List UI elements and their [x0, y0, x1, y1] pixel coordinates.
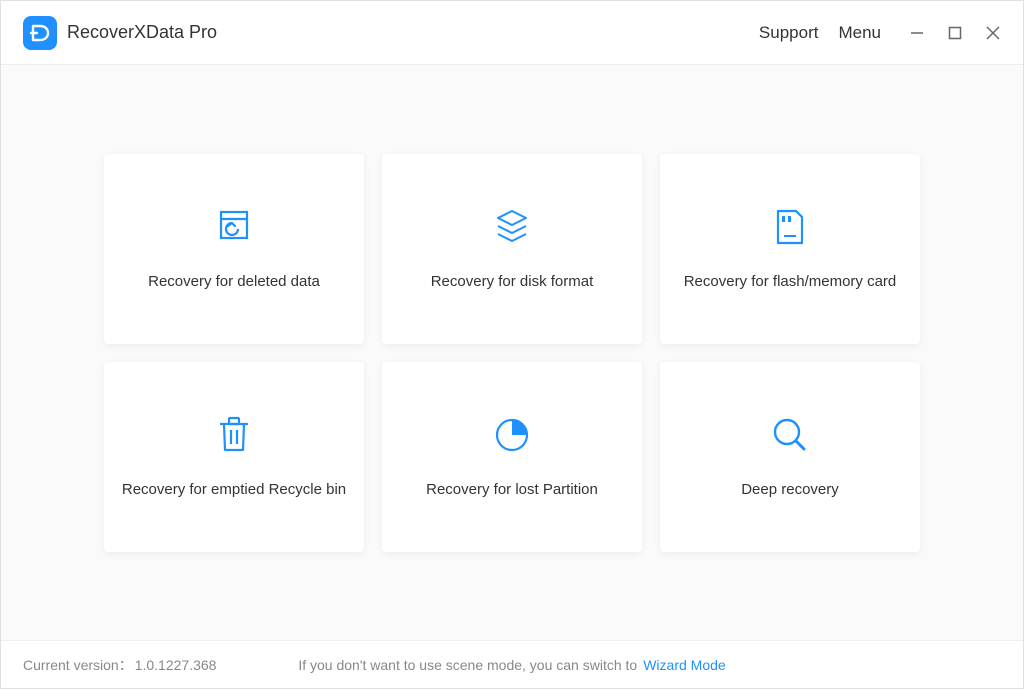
card-label: Recovery for lost Partition: [426, 481, 598, 498]
maximize-icon: [948, 26, 962, 40]
card-lost-partition[interactable]: Recovery for lost Partition: [382, 362, 642, 552]
footer: Current version： 1.0.1227.368 If you don…: [1, 640, 1023, 688]
layers-icon: [492, 207, 532, 247]
titlebar-left: RecoverXData Pro: [23, 16, 217, 50]
titlebar: RecoverXData Pro Support Menu: [1, 1, 1023, 65]
restore-file-icon: [214, 207, 254, 247]
logo-d-icon: [28, 21, 52, 45]
card-label: Deep recovery: [741, 481, 839, 498]
minimize-icon: [909, 25, 925, 41]
card-label: Recovery for deleted data: [148, 273, 320, 290]
app-logo: [23, 16, 57, 50]
version-label: Current version：: [23, 655, 133, 675]
card-recycle-bin[interactable]: Recovery for emptied Recycle bin: [104, 362, 364, 552]
card-deep-recovery[interactable]: Deep recovery: [660, 362, 920, 552]
version-value: 1.0.1227.368: [135, 657, 217, 673]
menu-button[interactable]: Menu: [836, 19, 883, 47]
card-flash-memory[interactable]: Recovery for flash/memory card: [660, 154, 920, 344]
window-controls: [907, 23, 1003, 43]
footer-center: If you don't want to use scene mode, you…: [298, 657, 725, 673]
card-deleted-data[interactable]: Recovery for deleted data: [104, 154, 364, 344]
footer-hint: If you don't want to use scene mode, you…: [298, 657, 637, 673]
maximize-button[interactable]: [945, 23, 965, 43]
trash-icon: [214, 415, 254, 455]
close-button[interactable]: [983, 23, 1003, 43]
card-label: Recovery for disk format: [431, 273, 594, 290]
app-title: RecoverXData Pro: [67, 22, 217, 43]
sd-card-icon: [770, 207, 810, 247]
pie-icon: [492, 415, 532, 455]
card-disk-format[interactable]: Recovery for disk format: [382, 154, 642, 344]
recovery-options-grid: Recovery for deleted data Recovery for d…: [104, 154, 920, 552]
support-button[interactable]: Support: [757, 19, 821, 47]
card-label: Recovery for emptied Recycle bin: [122, 481, 346, 498]
titlebar-right: Support Menu: [757, 19, 1003, 47]
main-area: Recovery for deleted data Recovery for d…: [1, 65, 1023, 640]
wizard-mode-link[interactable]: Wizard Mode: [643, 657, 725, 673]
search-icon: [770, 415, 810, 455]
close-icon: [985, 25, 1001, 41]
minimize-button[interactable]: [907, 23, 927, 43]
card-label: Recovery for flash/memory card: [684, 273, 897, 290]
